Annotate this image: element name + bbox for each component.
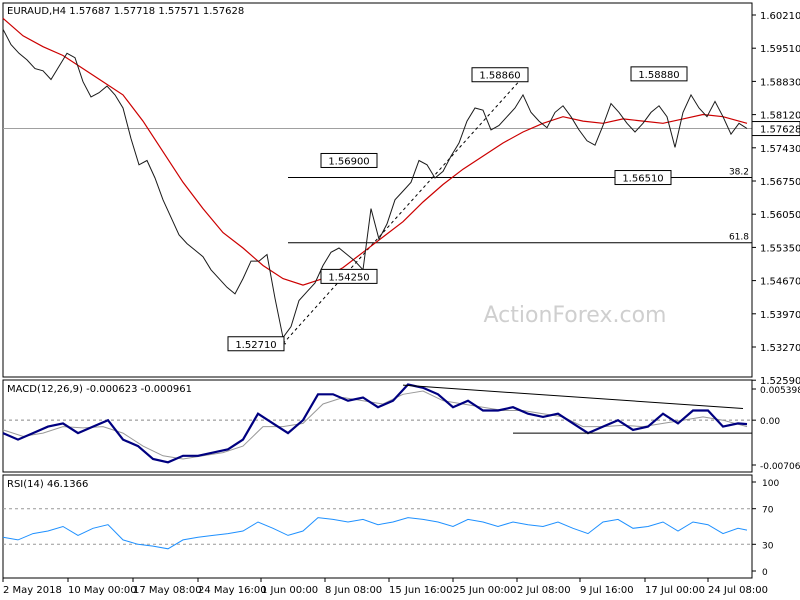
rsi-header: RSI(14) 46.1366 <box>7 479 88 490</box>
current-price-label: 1.57628 <box>760 125 800 136</box>
price-tick-label: 1.56750 <box>760 177 800 188</box>
rsi-tick-label: 30 <box>762 541 774 551</box>
x-tick-label: 24 May 16:00 <box>198 585 267 596</box>
rsi-tick-label: 100 <box>762 479 779 489</box>
x-tick-label: 24 Jul 08:00 <box>708 585 768 596</box>
panel-frame-rsi <box>2 474 753 579</box>
macd-header: MACD(12,26,9) -0.000623 -0.000961 <box>7 384 192 395</box>
x-tick-label: 1 Jun 00:00 <box>261 585 318 596</box>
fib-level-label: 38.2 <box>729 168 749 178</box>
price-tick-label: 1.53270 <box>760 343 800 354</box>
price-annotation-label: 1.56900 <box>328 156 369 167</box>
rsi-tick-label: 70 <box>762 506 774 516</box>
price-annotation-label: 1.54250 <box>328 272 369 283</box>
price-header: EURAUD,H4 1.57687 1.57718 1.57571 1.5762… <box>7 6 244 17</box>
price-tick-label: 1.58830 <box>760 77 800 88</box>
price-tick-label: 1.57430 <box>760 144 800 155</box>
x-tick-label: 17 Jul 00:00 <box>645 585 705 596</box>
price-tick-label: 1.60210 <box>760 11 800 22</box>
watermark: ActionForex.com <box>484 303 667 328</box>
price-tick-label: 1.54670 <box>760 277 800 288</box>
x-tick-label: 17 May 08:00 <box>133 585 202 596</box>
price-annotation-label: 1.58880 <box>638 70 679 81</box>
price-tick-label: 1.58120 <box>760 111 800 122</box>
rsi-tick-label: 0 <box>762 568 768 578</box>
fib-level-label: 61.8 <box>729 233 749 243</box>
price-annotation-label: 1.52710 <box>235 340 276 351</box>
price-tick-label: 1.55350 <box>760 243 800 254</box>
chart-root: 1.60210 1.59510 1.58830 1.58120 1.57430 1.567… <box>2 2 800 596</box>
x-tick-label: 10 May 00:00 <box>68 585 137 596</box>
x-tick-label: 2 Jul 08:00 <box>517 585 571 596</box>
macd-tick-label: 0.005398 <box>760 386 800 396</box>
price-tick-label: 1.53970 <box>760 310 800 321</box>
x-tick-label: 25 Jun 00:00 <box>453 585 517 596</box>
price-annotation-label: 1.58860 <box>479 71 520 82</box>
price-tick-label: 1.59510 <box>760 44 800 55</box>
macd-tick-label: 0.00 <box>760 417 780 427</box>
macd-tick-label: -0.007064 <box>760 462 800 472</box>
x-tick-label: 15 Jun 16:00 <box>389 585 453 596</box>
price-tick-label: 1.56050 <box>760 210 800 221</box>
x-tick-label: 2 May 2018 <box>3 585 62 596</box>
x-tick-label: 9 Jul 16:00 <box>580 585 634 596</box>
price-annotation-label: 1.56510 <box>622 174 663 185</box>
x-tick-label: 8 Jun 08:00 <box>325 585 382 596</box>
